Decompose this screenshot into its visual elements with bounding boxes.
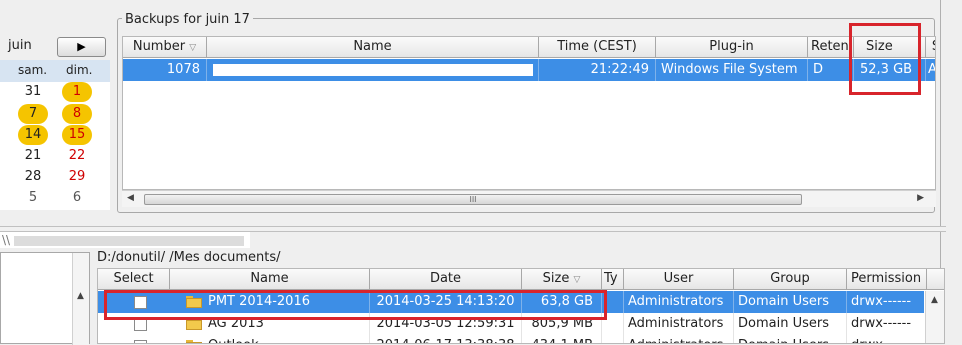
column-header-user[interactable]: User <box>624 269 734 290</box>
column-header-filesize[interactable]: Size ▽ <box>522 269 602 290</box>
calendar-day[interactable]: 22 <box>62 146 92 166</box>
calendar-day[interactable]: 5 <box>18 188 48 208</box>
calendar-day[interactable]: 1 <box>62 82 92 102</box>
left-path-field: \\ <box>0 232 250 248</box>
file-user: Administrators <box>624 313 734 335</box>
file-permission: drwx------ <box>851 316 912 331</box>
files-vertical-scrollbar[interactable]: ▲ <box>925 291 944 343</box>
calendar-day[interactable]: 29 <box>62 167 92 187</box>
file-permission: drwx------ <box>847 335 924 343</box>
select-checkbox[interactable] <box>134 340 147 343</box>
annotation-size-highlight <box>849 23 921 95</box>
scroll-up-icon[interactable]: ▲ <box>77 291 84 301</box>
calendar-month-label: juin <box>8 38 32 53</box>
file-group: Domain Users <box>734 313 847 335</box>
backup-retention: D <box>808 59 854 81</box>
backup-plugin: Windows File System <box>656 59 808 81</box>
calendar-next-button[interactable]: ▶ <box>57 37 106 57</box>
backups-table: Number ▽ Name Time (CEST) Plug-in Reten … <box>122 36 936 190</box>
left-pane-scrollbar[interactable]: ▲ <box>72 253 89 345</box>
column-header-filename[interactable]: Name <box>170 269 370 290</box>
file-user: Administrators <box>624 335 734 343</box>
current-path: D:/donutil/ /Mes documents/ <box>97 250 281 265</box>
scroll-up-icon[interactable]: ▲ <box>931 295 938 305</box>
day-header-sat: sam. <box>18 63 48 77</box>
file-user: Administrators <box>624 291 734 313</box>
backup-name-redacted <box>207 59 539 81</box>
file-size: 434,1 MB <box>522 335 602 343</box>
redacted-text <box>13 235 244 246</box>
backup-time: 21:22:49 <box>539 59 656 81</box>
column-header-type[interactable]: Ty <box>602 269 624 290</box>
column-header-retention[interactable]: Reten <box>808 37 854 58</box>
backups-group-title: Backups for juin 17 <box>122 12 253 27</box>
scrollbar-thumb[interactable]: III <box>144 194 802 205</box>
calendar-day-headers: sam. dim. <box>0 60 110 82</box>
left-path-text: \\ <box>2 233 11 247</box>
calendar-day[interactable]: 6 <box>62 188 92 208</box>
column-header-plugin[interactable]: Plug-in <box>656 37 808 58</box>
folder-icon <box>186 340 202 343</box>
backup-extra: A <box>926 59 935 81</box>
backups-table-header: Number ▽ Name Time (CEST) Plug-in Reten … <box>123 37 935 58</box>
file-date: 2014-06-17 13:38:38 <box>370 335 522 343</box>
calendar-day[interactable]: 21 <box>18 146 48 166</box>
column-header-group[interactable]: Group <box>734 269 847 290</box>
column-header-permission[interactable]: Permission <box>847 269 927 290</box>
file-group: Domain Users <box>734 335 847 343</box>
column-header-extra[interactable]: S <box>926 37 935 58</box>
column-header-name[interactable]: Name <box>207 37 539 58</box>
calendar-grid: sam. dim. 31 1 7 8 14 15 21 22 28 29 5 6 <box>0 60 110 210</box>
calendar-day[interactable]: 15 <box>62 125 92 145</box>
files-table-header: Select Name Date Size ▽ Ty User Group Pe… <box>98 269 944 290</box>
file-name: Outlook <box>208 335 370 343</box>
calendar-day[interactable]: 14 <box>18 125 48 145</box>
day-header-sun: dim. <box>66 63 93 77</box>
scroll-right-icon[interactable]: ▶ <box>917 193 924 203</box>
file-permission: drwx------ <box>851 294 912 309</box>
backup-number: 1078 <box>123 59 207 81</box>
column-header-time[interactable]: Time (CEST) <box>539 37 656 58</box>
backups-horizontal-scrollbar[interactable]: ◀ III ▶ <box>122 190 936 207</box>
backup-row[interactable]: 1078 21:22:49 Windows File System D 52,3… <box>123 59 935 81</box>
calendar-day[interactable]: 28 <box>18 167 48 187</box>
sort-icon: ▽ <box>189 43 197 53</box>
file-group: Domain Users <box>734 291 847 313</box>
column-header-number[interactable]: Number ▽ <box>123 37 207 58</box>
file-type <box>602 335 624 343</box>
column-header-select[interactable]: Select <box>98 269 170 290</box>
sort-icon: ▽ <box>573 275 581 285</box>
calendar-day[interactable]: 8 <box>62 104 92 124</box>
left-tree-pane: ▲ <box>0 252 90 345</box>
scroll-left-icon[interactable]: ◀ <box>127 193 134 203</box>
calendar-day[interactable]: 7 <box>18 104 48 124</box>
annotation-selected-folder <box>104 290 607 320</box>
column-header-date[interactable]: Date <box>370 269 522 290</box>
calendar-day[interactable]: 31 <box>18 82 48 102</box>
file-row[interactable]: Outlook 2014-06-17 13:38:38 434,1 MB Adm… <box>98 335 924 343</box>
